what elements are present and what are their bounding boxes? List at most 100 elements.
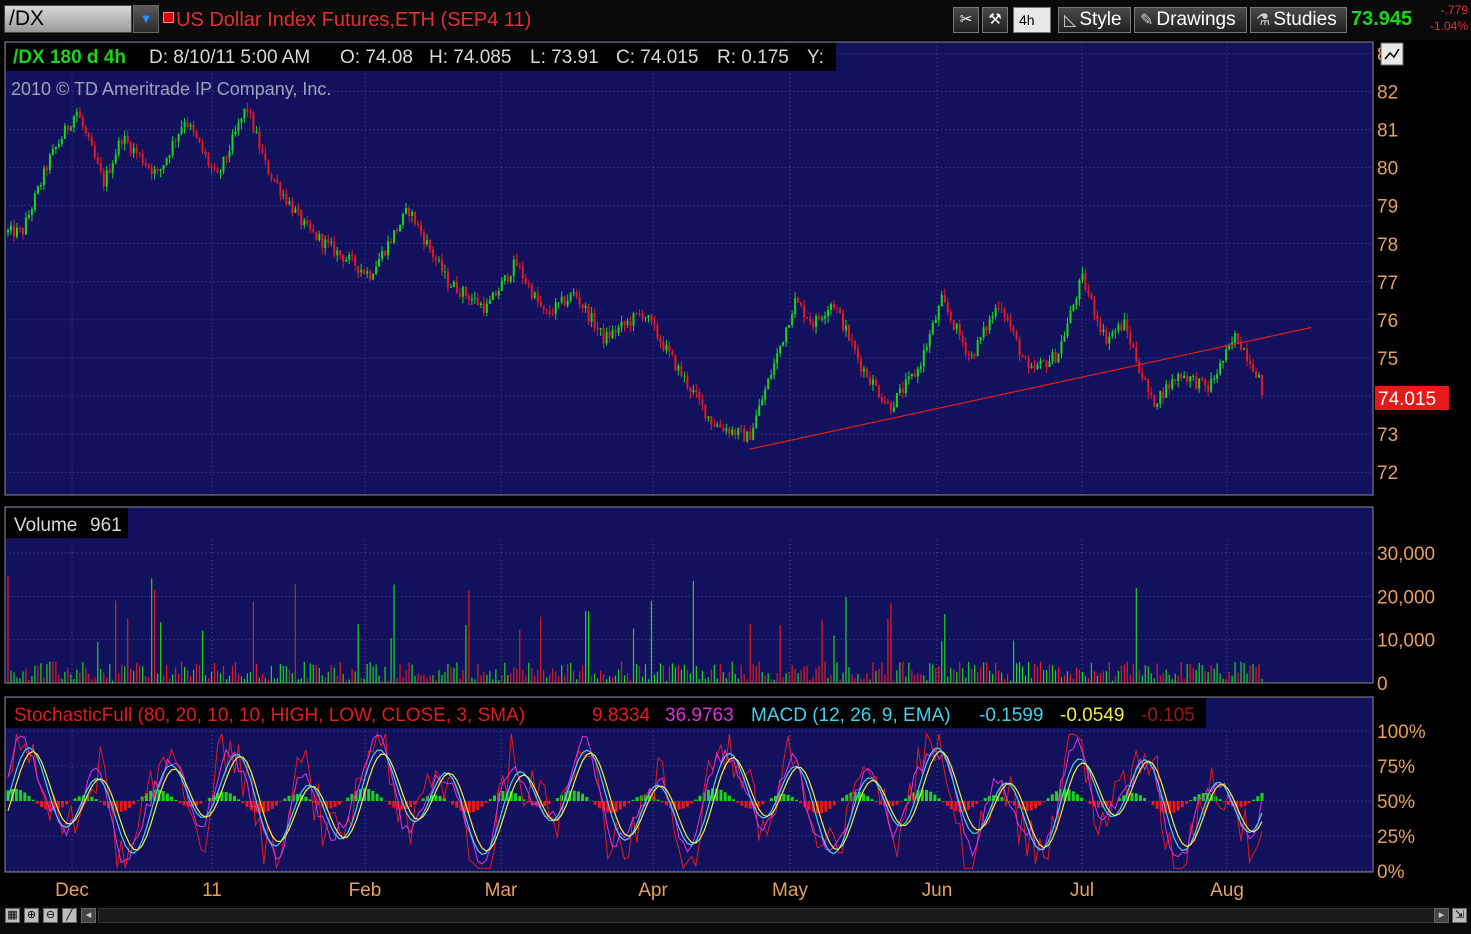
candle-body: [599, 328, 602, 330]
candle-body: [973, 354, 976, 357]
candle-body: [1234, 333, 1237, 343]
candle-body: [69, 127, 72, 130]
horizontal-scrollbar[interactable]: [98, 908, 1434, 923]
candle-body: [563, 296, 566, 306]
candle-body: [961, 335, 964, 343]
candle-body: [24, 217, 27, 235]
drawings-button[interactable]: ✎ Drawings: [1134, 7, 1247, 33]
candle-body: [159, 169, 162, 172]
scroll-left-icon[interactable]: ◂: [81, 908, 96, 923]
candle-body: [590, 313, 593, 322]
candle-body: [282, 193, 285, 196]
studies-button[interactable]: ⚗ Studies: [1250, 7, 1347, 33]
settings-button[interactable]: ⚒: [982, 7, 1008, 33]
candle-body: [207, 154, 210, 166]
draw-line-icon[interactable]: ╱: [62, 908, 77, 923]
candle-body: [219, 171, 222, 173]
candle-body: [1261, 374, 1263, 396]
candle-body: [1048, 361, 1051, 368]
candle-body: [443, 271, 446, 273]
candle-body: [117, 140, 120, 155]
aggregation-button[interactable]: 4h: [1013, 7, 1051, 33]
candle-body: [1132, 344, 1135, 348]
price-tick-label: 75: [1377, 349, 1398, 370]
candle-body: [560, 296, 563, 303]
candle-body: [431, 249, 434, 258]
candle-body: [162, 165, 165, 170]
candle-body: [216, 168, 219, 173]
zoom-in-icon[interactable]: ⊕: [24, 908, 39, 923]
zoom-out-icon[interactable]: ⊖: [43, 908, 58, 923]
candle-body: [940, 294, 943, 307]
scroll-right-icon[interactable]: ▸: [1434, 908, 1449, 923]
candle-body: [1213, 378, 1216, 380]
candle-body: [596, 328, 599, 330]
candle-body: [647, 315, 650, 318]
candle-body: [821, 318, 824, 320]
candle-body: [1087, 289, 1090, 295]
candle-body: [446, 271, 449, 288]
price-tick-label: 80: [1377, 159, 1398, 180]
candle-body: [333, 241, 336, 256]
link-color-icon[interactable]: [163, 12, 174, 23]
candle-body: [1084, 273, 1087, 290]
candle-body: [542, 306, 545, 310]
price-panel[interactable]: [4, 41, 1374, 496]
candle-body: [261, 148, 264, 153]
candle-body: [865, 368, 868, 377]
candle-body: [862, 368, 865, 372]
candle-body: [812, 322, 815, 327]
candle-body: [904, 379, 907, 393]
candle-body: [425, 240, 428, 245]
style-button[interactable]: ◺ Style: [1058, 7, 1131, 33]
symbol-input[interactable]: /DX: [4, 5, 132, 33]
candle-body: [524, 278, 527, 284]
drawing-tool-button[interactable]: ✂: [953, 7, 979, 33]
candle-body: [1153, 395, 1156, 407]
candle-body: [87, 133, 90, 138]
expand-icon[interactable]: ⇲: [1452, 908, 1467, 923]
candle-body: [946, 302, 949, 313]
candle-body: [357, 266, 360, 273]
symbol-dropdown-button[interactable]: ▼: [133, 5, 159, 33]
candle-body: [1195, 376, 1198, 389]
candle-body: [195, 131, 198, 138]
candle-body: [414, 211, 417, 224]
candle-body: [1057, 353, 1060, 363]
candle-body: [168, 155, 171, 159]
price-tick-label: 81: [1377, 121, 1398, 142]
candle-body: [354, 256, 357, 267]
candle-body: [165, 158, 168, 166]
candle-body: [1177, 374, 1180, 381]
scrollbar-thumb[interactable]: [99, 909, 1434, 922]
candle-body: [396, 230, 399, 232]
volume-panel[interactable]: [4, 506, 1374, 684]
time-axis: Dec 11 Feb Mar Apr May Jun Jul Aug: [55, 880, 1244, 901]
price-tick-label: 76: [1377, 311, 1398, 332]
candle-body: [111, 163, 114, 173]
candle-body: [455, 281, 458, 293]
candle-body: [1027, 359, 1030, 368]
candle-body: [240, 118, 243, 123]
price-tick-label: 73: [1377, 425, 1398, 446]
candle-body: [608, 332, 611, 338]
candle-body: [982, 327, 985, 338]
chart-area: /DX 180 d 4h D: 8/10/11 5:00 AM O: 74.08…: [0, 40, 1471, 934]
candle-body: [1252, 363, 1255, 372]
candle-body: [976, 340, 979, 357]
candle-body: [572, 292, 575, 294]
candle-body: [809, 318, 812, 323]
candle-body: [264, 152, 267, 161]
grid-layout-icon[interactable]: ▦: [5, 908, 20, 923]
candle-body: [497, 290, 500, 296]
candle-body: [147, 164, 150, 168]
candle-body: [1108, 336, 1111, 344]
candle-body: [680, 365, 683, 377]
candle-body: [818, 316, 821, 319]
candle-body: [1126, 319, 1129, 333]
candle-body: [303, 220, 306, 226]
candle-body: [653, 321, 656, 325]
candle-body: [800, 302, 803, 306]
candle-body: [506, 275, 509, 282]
candle-body: [1222, 360, 1225, 363]
